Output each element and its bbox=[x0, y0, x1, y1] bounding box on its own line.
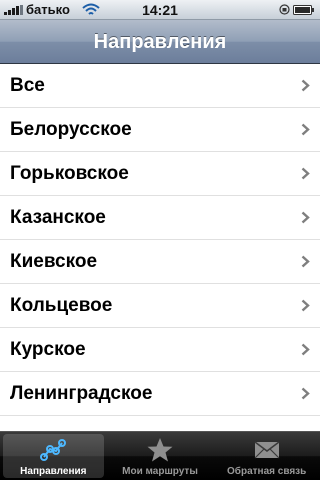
chevron-right-icon bbox=[301, 387, 310, 400]
list-item[interactable]: Киевское bbox=[0, 240, 320, 284]
orientation-lock-icon bbox=[279, 4, 290, 15]
list-item-label: Белорусское bbox=[10, 119, 132, 140]
directions-list: Все Белорусское Горьковское Казанское Ки… bbox=[0, 64, 320, 432]
chevron-right-icon bbox=[301, 211, 310, 224]
list-item[interactable] bbox=[0, 416, 320, 432]
list-item[interactable]: Горьковское bbox=[0, 152, 320, 196]
list-item[interactable]: Курское bbox=[0, 328, 320, 372]
chevron-right-icon bbox=[301, 79, 310, 92]
chevron-right-icon bbox=[301, 299, 310, 312]
envelope-icon bbox=[254, 441, 280, 459]
list-item[interactable]: Казанское bbox=[0, 196, 320, 240]
tab-directions[interactable]: Направления bbox=[0, 432, 107, 480]
list-item-label: Казанское bbox=[10, 207, 106, 228]
chevron-right-icon bbox=[301, 123, 310, 136]
chevron-right-icon bbox=[301, 167, 310, 180]
page-title: Направления bbox=[93, 31, 227, 53]
list-item[interactable]: Ленинградское bbox=[0, 372, 320, 416]
list-item-label: Курское bbox=[10, 339, 86, 360]
star-icon bbox=[147, 438, 173, 462]
list-item-label: Киевское bbox=[10, 251, 98, 272]
tab-label: Мои маршруты bbox=[122, 466, 198, 477]
list-item-label: Все bbox=[10, 75, 45, 96]
status-bar: батько 14:21 bbox=[0, 0, 320, 20]
list-item-label: Ленинградское bbox=[10, 383, 153, 404]
list-item-label: Кольцевое bbox=[10, 295, 113, 316]
tab-feedback[interactable]: Обратная связь bbox=[213, 432, 320, 480]
status-time: 14:21 bbox=[142, 2, 178, 18]
tab-label: Направления bbox=[20, 466, 87, 477]
chevron-right-icon bbox=[301, 343, 310, 356]
battery-icon bbox=[293, 5, 314, 15]
chevron-right-icon bbox=[301, 255, 310, 268]
list-item[interactable]: Кольцевое bbox=[0, 284, 320, 328]
tab-label: Обратная связь bbox=[227, 466, 307, 477]
route-nodes-icon bbox=[40, 439, 67, 461]
list-item-label: Горьковское bbox=[10, 163, 129, 184]
tab-bar: Направления Мои маршруты Обратная связь bbox=[0, 431, 320, 480]
list-item[interactable]: Все bbox=[0, 64, 320, 108]
tab-my-routes[interactable]: Мои маршруты bbox=[107, 432, 214, 480]
list-item[interactable]: Белорусское bbox=[0, 108, 320, 152]
navigation-bar: Направления bbox=[0, 20, 320, 64]
